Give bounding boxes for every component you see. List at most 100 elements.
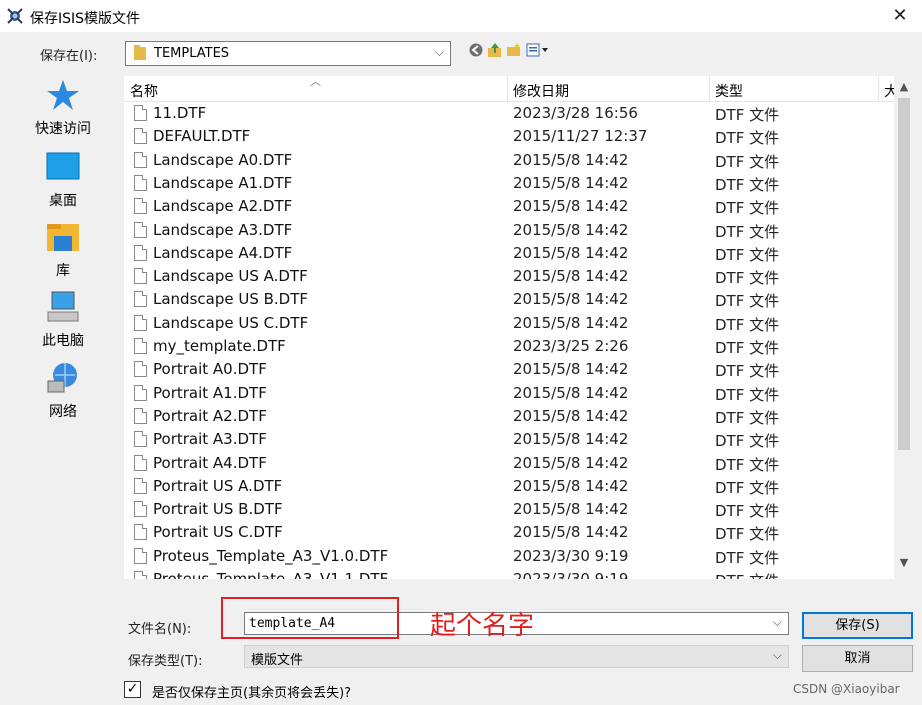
file-row[interactable]: Landscape US A.DTF 2015/5/8 14:42 DTF 文件 — [124, 265, 894, 288]
star-icon — [47, 80, 79, 110]
place-desktop[interactable]: 桌面 — [10, 150, 116, 214]
save-location-combo[interactable]: TEMPLATES ⌵ — [125, 41, 451, 66]
computer-icon — [47, 291, 79, 322]
file-date: 2015/5/8 14:42 — [513, 197, 629, 216]
cancel-button[interactable]: 取消 — [802, 645, 913, 672]
file-type: DTF 文件 — [715, 455, 780, 474]
file-row[interactable]: 11.DTF 2023/3/28 16:56 DTF 文件 — [124, 102, 894, 125]
file-name[interactable]: Portrait A4.DTF — [153, 454, 267, 472]
annotation-text: 起个名字 — [430, 611, 535, 641]
file-row[interactable]: Portrait US C.DTF 2015/5/8 14:42 DTF 文件 — [124, 521, 894, 544]
new-folder-icon[interactable] — [506, 42, 522, 58]
file-row[interactable]: Proteus_Template_A3_V1.1.DTF 2023/3/30 9:… — [124, 568, 894, 579]
file-row[interactable]: Landscape A2.DTF 2015/5/8 14:42 DTF 文件 — [124, 195, 894, 218]
column-name[interactable]: 名称 — [130, 81, 158, 101]
file-name[interactable]: Portrait US B.DTF — [153, 500, 283, 518]
close-button[interactable]: ✕ — [882, 2, 918, 30]
file-row[interactable]: Proteus_Template_A3_V1.0.DTF 2023/3/30 9:… — [124, 545, 894, 568]
file-icon — [134, 268, 147, 285]
file-row[interactable]: Portrait A4.DTF 2015/5/8 14:42 DTF 文件 — [124, 452, 894, 475]
chevron-down-icon[interactable]: ⌵ — [773, 615, 782, 630]
file-icon — [134, 454, 147, 471]
file-row[interactable]: Portrait A3.DTF 2015/5/8 14:42 DTF 文件 — [124, 428, 894, 451]
file-type: DTF 文件 — [715, 222, 780, 241]
file-name[interactable]: DEFAULT.DTF — [153, 127, 250, 145]
file-row[interactable]: Portrait A0.DTF 2015/5/8 14:42 DTF 文件 — [124, 358, 894, 381]
place-label: 库 — [56, 263, 70, 279]
file-type: DTF 文件 — [715, 152, 780, 171]
chevron-down-icon[interactable]: ⌵ — [773, 648, 782, 663]
vertical-scrollbar[interactable]: ▲ ▼ — [894, 76, 914, 579]
back-icon[interactable] — [468, 42, 484, 58]
save-main-page-checkbox[interactable]: ✓ — [124, 681, 141, 698]
file-row[interactable]: Portrait US A.DTF 2015/5/8 14:42 DTF 文件 — [124, 475, 894, 498]
column-date[interactable]: 修改日期 — [513, 81, 569, 101]
place-quick-access[interactable]: 快速访问 — [10, 78, 116, 142]
file-row[interactable]: Landscape A4.DTF 2015/5/8 14:42 DTF 文件 — [124, 242, 894, 265]
file-name[interactable]: my_template.DTF — [153, 337, 286, 355]
file-row[interactable]: DEFAULT.DTF 2015/11/27 12:37 DTF 文件 — [124, 125, 894, 148]
file-row[interactable]: Portrait A2.DTF 2015/5/8 14:42 DTF 文件 — [124, 405, 894, 428]
file-name[interactable]: Landscape US A.DTF — [153, 267, 308, 285]
scroll-down-icon[interactable]: ▼ — [894, 556, 914, 569]
chevron-down-icon[interactable]: ⌵ — [435, 45, 444, 60]
file-date: 2015/11/27 12:37 — [513, 127, 648, 146]
file-name[interactable]: Landscape A2.DTF — [153, 197, 292, 215]
file-name[interactable]: Landscape US B.DTF — [153, 290, 308, 308]
column-divider[interactable] — [709, 76, 710, 102]
file-name[interactable]: Portrait A2.DTF — [153, 407, 267, 425]
file-row[interactable]: my_template.DTF 2023/3/25 2:26 DTF 文件 — [124, 335, 894, 358]
place-label: 桌面 — [49, 193, 77, 209]
filename-label: 文件名(N): — [128, 622, 192, 637]
file-row[interactable]: Landscape US C.DTF 2015/5/8 14:42 DTF 文件 — [124, 312, 894, 335]
file-date: 2023/3/28 16:56 — [513, 104, 638, 122]
file-list[interactable]: ︿ 名称 修改日期 类型 大 11.DTF 2023/3/28 16:56 DTF … — [124, 76, 914, 579]
file-name[interactable]: Landscape A3.DTF — [153, 221, 292, 239]
scroll-up-icon[interactable]: ▲ — [894, 80, 914, 93]
file-name[interactable]: Portrait A1.DTF — [153, 384, 267, 402]
file-date: 2015/5/8 14:42 — [513, 430, 629, 449]
file-row[interactable]: Landscape A1.DTF 2015/5/8 14:42 DTF 文件 — [124, 172, 894, 195]
file-date: 2015/5/8 14:42 — [513, 500, 629, 519]
file-name[interactable]: Portrait US C.DTF — [153, 523, 283, 541]
window-title: 保存ISIS模版文件 — [30, 11, 141, 27]
file-icon — [134, 314, 147, 331]
file-name[interactable]: 11.DTF — [153, 104, 206, 122]
save-button[interactable]: 保存(S) — [802, 612, 913, 639]
file-name[interactable]: Landscape A1.DTF — [153, 174, 292, 192]
file-name[interactable]: Landscape A4.DTF — [153, 244, 292, 262]
filetype-label: 保存类型(T): — [128, 654, 203, 669]
file-name[interactable]: Proteus_Template_A3_V1.1.DTF — [153, 570, 388, 579]
file-row[interactable]: Landscape A3.DTF 2015/5/8 14:42 DTF 文件 — [124, 219, 894, 242]
sort-ascending-icon: ︿ — [310, 76, 321, 88]
place-this-pc[interactable]: 此电脑 — [10, 290, 116, 354]
file-name[interactable]: Landscape US C.DTF — [153, 314, 308, 332]
file-date: 2015/5/8 14:42 — [513, 360, 629, 379]
column-type[interactable]: 类型 — [715, 81, 743, 101]
column-divider[interactable] — [507, 76, 508, 102]
file-icon — [134, 547, 147, 564]
file-icon — [134, 571, 147, 579]
file-name[interactable]: Portrait US A.DTF — [153, 477, 282, 495]
library-icon — [47, 224, 79, 251]
place-network[interactable]: 网络 — [10, 361, 116, 425]
file-name[interactable]: Proteus_Template_A3_V1.0.DTF — [153, 547, 388, 565]
up-folder-icon[interactable] — [487, 42, 503, 58]
file-name[interactable]: Portrait A3.DTF — [153, 430, 267, 448]
view-menu-icon[interactable] — [526, 42, 554, 58]
file-type: DTF 文件 — [715, 175, 780, 194]
file-row[interactable]: Portrait US B.DTF 2015/5/8 14:42 DTF 文件 — [124, 498, 894, 521]
file-name[interactable]: Portrait A0.DTF — [153, 360, 267, 378]
file-row[interactable]: Portrait A1.DTF 2015/5/8 14:42 DTF 文件 — [124, 382, 894, 405]
save-in-label: 保存在(I): — [40, 49, 98, 64]
place-library[interactable]: 库 — [10, 220, 116, 284]
place-label: 此电脑 — [42, 333, 84, 349]
file-row[interactable]: Landscape US B.DTF 2015/5/8 14:42 DTF 文件 — [124, 288, 894, 311]
file-icon — [134, 244, 147, 261]
column-divider[interactable] — [878, 76, 879, 102]
filetype-select[interactable]: 模版文件 ⌵ — [244, 645, 789, 668]
file-row[interactable]: Landscape A0.DTF 2015/5/8 14:42 DTF 文件 — [124, 149, 894, 172]
file-date: 2023/3/30 9:19 — [513, 546, 629, 565]
scroll-thumb[interactable] — [898, 98, 910, 450]
file-name[interactable]: Landscape A0.DTF — [153, 151, 292, 169]
